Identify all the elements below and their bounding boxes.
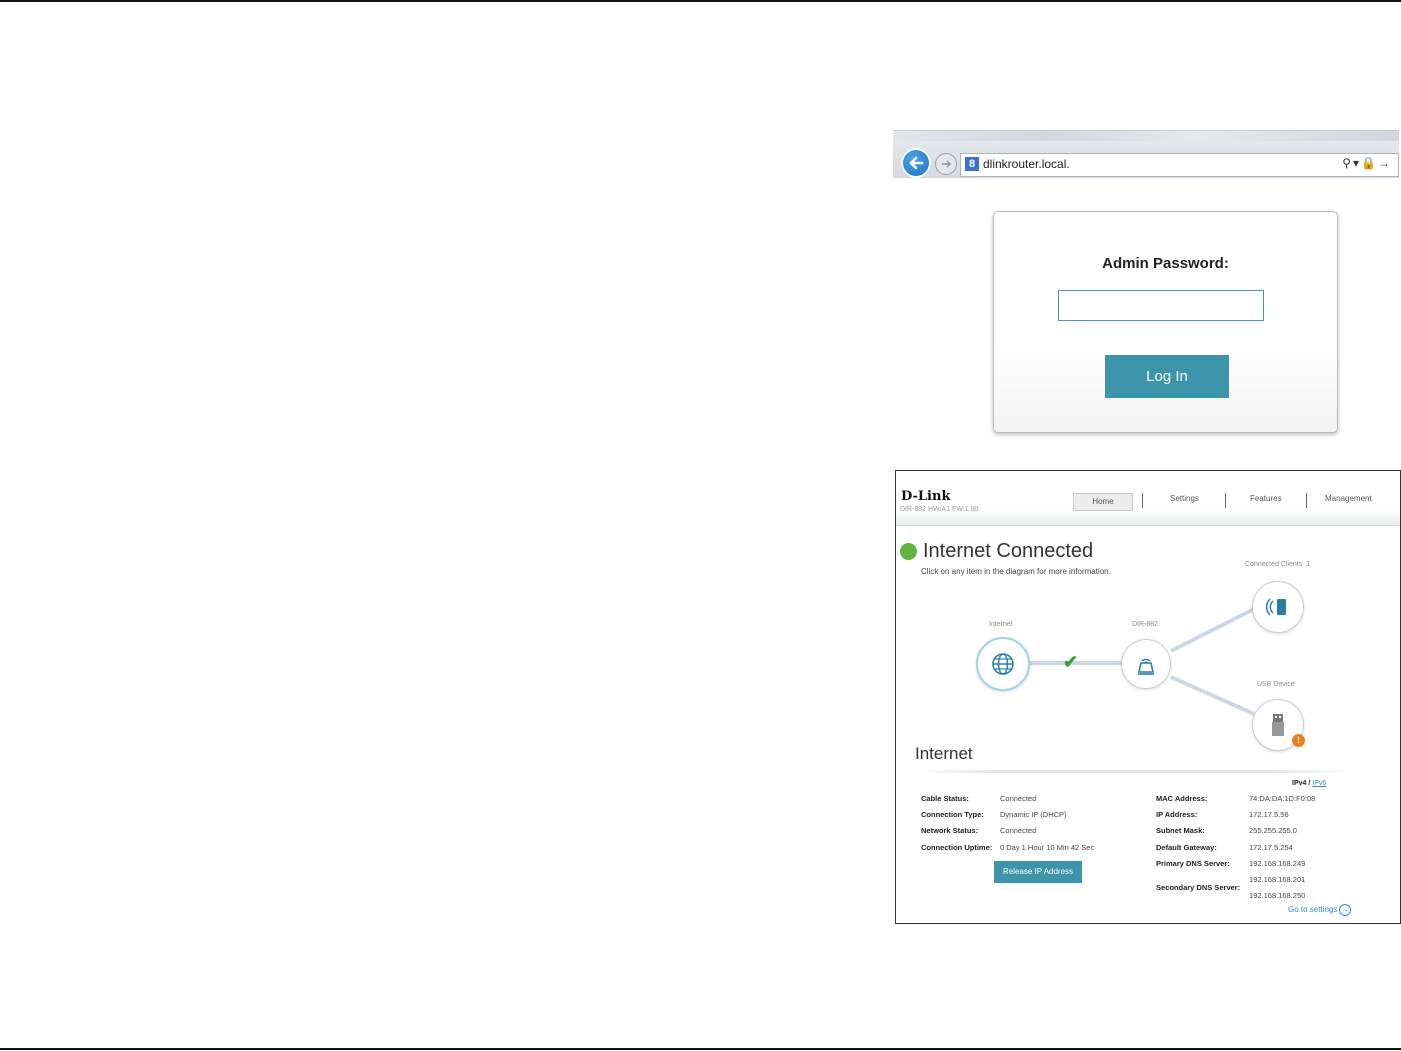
bottom-rule bbox=[0, 1048, 1401, 1050]
usb-drive-icon bbox=[1272, 714, 1284, 736]
ip-address-label: IP Address: bbox=[1156, 810, 1198, 819]
forward-arrow-icon bbox=[942, 160, 951, 168]
router-node-label: DIR-882 bbox=[1132, 621, 1159, 628]
top-rule bbox=[0, 0, 1401, 2]
admin-password-input[interactable] bbox=[1058, 290, 1264, 321]
arrow-right-circle-icon[interactable]: → bbox=[1339, 904, 1352, 916]
usb-node-label: USB Device bbox=[1257, 681, 1295, 688]
router-icon bbox=[1138, 658, 1154, 675]
network-status-label: Network Status: bbox=[921, 826, 979, 835]
ipv4-tab[interactable]: IPv4 bbox=[1292, 780, 1306, 787]
connection-uptime-value: 0 Day 1 Hour 10 Min 42 Sec bbox=[1000, 843, 1095, 852]
secondary-dns-value-1: 192.168.168.201 bbox=[1249, 875, 1306, 884]
forward-button[interactable] bbox=[935, 153, 957, 175]
section-divider bbox=[915, 770, 1355, 773]
connected-clients-node[interactable] bbox=[1252, 581, 1304, 633]
internet-node-label: Internet bbox=[989, 621, 1013, 628]
primary-dns-value: 192.168.168.249 bbox=[1249, 859, 1306, 868]
mac-address-label: MAC Address: bbox=[1156, 794, 1208, 803]
search-provider-icon: 8 bbox=[965, 157, 979, 171]
internet-node[interactable] bbox=[976, 637, 1030, 691]
subnet-mask-value: 255.255.255.0 bbox=[1249, 826, 1297, 835]
url-text[interactable]: dlinkrouter.local. bbox=[983, 157, 1070, 171]
mac-address-value: 74:DA:DA:1D:F0:08 bbox=[1249, 794, 1316, 803]
release-ip-button[interactable]: Release IP Address bbox=[994, 861, 1082, 883]
primary-dns-label: Primary DNS Server: bbox=[1156, 859, 1230, 868]
internet-section-title: Internet bbox=[915, 744, 973, 763]
lock-icon: 🔒 bbox=[1361, 156, 1378, 170]
ip-address-value: 172.17.5.56 bbox=[1249, 810, 1289, 819]
clients-node-label: Connected Clients 1 bbox=[1245, 561, 1310, 568]
wireless-device-icon bbox=[1265, 598, 1286, 616]
dropdown-icon[interactable]: ▾ bbox=[1353, 156, 1361, 170]
globe-icon bbox=[992, 653, 1014, 675]
login-button[interactable]: Log In bbox=[1105, 355, 1229, 398]
warning-icon[interactable]: ! bbox=[1292, 734, 1305, 747]
subnet-mask-label: Subnet Mask: bbox=[1156, 826, 1205, 835]
router-node[interactable] bbox=[1121, 639, 1171, 689]
clients-label-text: Connected Clients bbox=[1245, 561, 1303, 568]
default-gateway-label: Default Gateway: bbox=[1156, 843, 1217, 852]
back-arrow-icon bbox=[909, 156, 924, 170]
go-to-settings-link[interactable]: Go to settings → bbox=[1288, 904, 1352, 916]
go-arrow-icon[interactable]: → bbox=[1378, 156, 1392, 170]
secondary-dns-value-2: 192.168.168.250 bbox=[1249, 891, 1306, 900]
ip-version-switch: IPv4 / IPv6 bbox=[1292, 780, 1326, 787]
address-tools: ⚲▾🔒→ bbox=[1342, 156, 1392, 170]
router-home-page: D-Link DIR-882 HW:A1 FW:1.00 Home Settin… bbox=[895, 470, 1401, 924]
browser-toolbar: 8 dlinkrouter.local. ⚲▾🔒→ bbox=[893, 130, 1399, 178]
ipv6-tab[interactable]: IPv6 bbox=[1312, 780, 1326, 787]
address-bar[interactable]: 8 dlinkrouter.local. ⚲▾🔒→ bbox=[960, 153, 1399, 177]
default-gateway-value: 172.17.5.254 bbox=[1249, 843, 1293, 852]
network-status-value: Connected bbox=[1000, 826, 1037, 835]
cable-status-label: Cable Status: bbox=[921, 794, 969, 803]
login-dialog: Admin Password: Log In bbox=[993, 211, 1338, 433]
cable-status-value: Connected bbox=[1000, 794, 1037, 803]
ip-version-separator: / bbox=[1308, 780, 1311, 787]
go-to-settings-text[interactable]: Go to settings bbox=[1288, 905, 1337, 914]
tab-strip bbox=[893, 131, 1399, 141]
connection-type-label: Connection Type: bbox=[921, 810, 984, 819]
connection-type-value: Dynamic IP (DHCP) bbox=[1000, 810, 1067, 819]
connected-check-icon: ✔ bbox=[1063, 652, 1079, 672]
clients-count: 1 bbox=[1306, 561, 1310, 568]
admin-password-label: Admin Password: bbox=[1102, 255, 1229, 272]
search-icon[interactable]: ⚲ bbox=[1342, 156, 1353, 170]
back-button[interactable] bbox=[901, 148, 931, 178]
secondary-dns-label: Secondary DNS Server: bbox=[1156, 883, 1241, 892]
connection-uptime-label: Connection Uptime: bbox=[921, 843, 993, 852]
